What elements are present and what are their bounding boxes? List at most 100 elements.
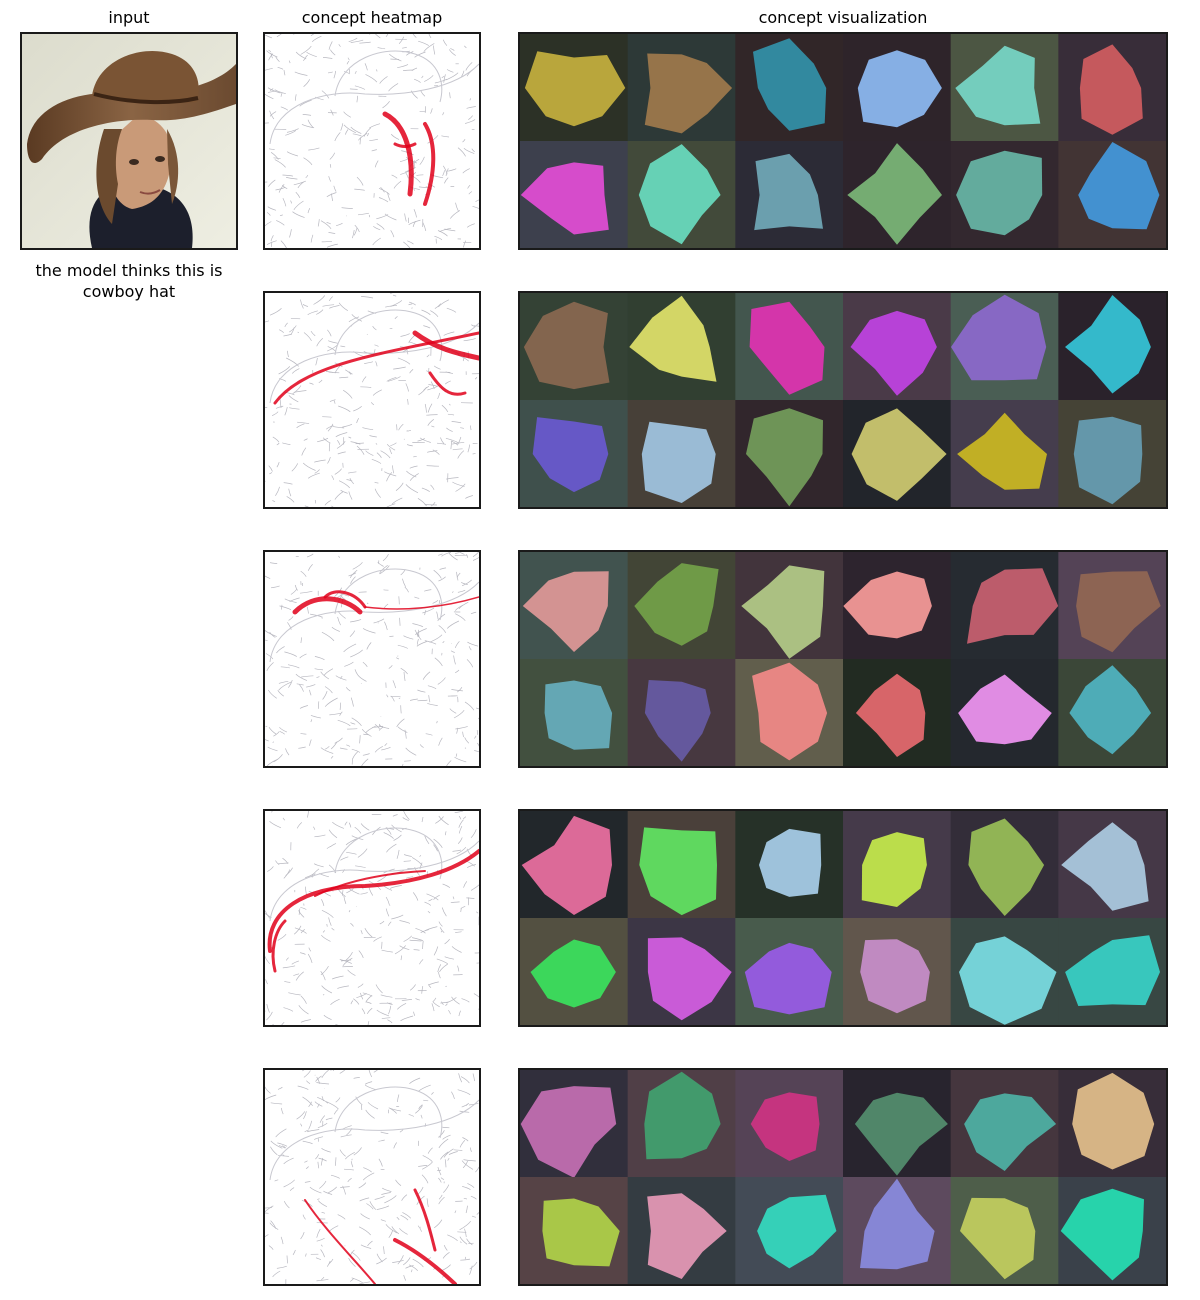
tile-dark-chapel	[950, 1070, 1059, 1177]
tile-wooden-chair	[843, 552, 952, 659]
edge-stroke	[280, 106, 289, 111]
edge-stroke	[461, 579, 472, 587]
edge-stroke	[340, 123, 344, 131]
edge-stroke	[407, 429, 412, 432]
edge-stroke	[386, 843, 397, 853]
edge-stroke	[385, 1224, 398, 1234]
edge-stroke	[350, 922, 354, 927]
edge-stroke	[448, 1009, 451, 1015]
edge-stroke	[374, 344, 379, 347]
edge-stroke	[420, 1114, 423, 1119]
edge-stroke	[362, 628, 376, 634]
edge-stroke	[292, 368, 300, 374]
edge-stroke	[455, 613, 466, 621]
tile-kid-blue-goggles	[1058, 400, 1166, 507]
edge-stroke	[337, 439, 341, 445]
edge-stroke	[336, 222, 343, 227]
tile-pink-cup	[520, 552, 629, 659]
edge-stroke	[445, 1003, 448, 1006]
edge-stroke	[271, 811, 273, 813]
tile-pink-arch	[735, 1070, 844, 1177]
edge-stroke	[348, 491, 353, 500]
edge-stroke	[345, 687, 351, 692]
edge-stroke	[278, 366, 291, 375]
tile-red-bag-text	[1058, 659, 1166, 766]
edge-stroke	[424, 926, 438, 932]
edge-stroke	[344, 129, 349, 135]
edge-stroke	[299, 684, 304, 692]
edge-stroke	[398, 36, 405, 44]
edge-stroke	[277, 933, 287, 941]
edge-stroke	[265, 575, 271, 579]
edge-stroke	[350, 619, 362, 623]
edge-stroke	[441, 907, 447, 917]
edge-stroke	[324, 697, 338, 707]
edge-stroke	[402, 1212, 412, 1219]
edge-stroke	[469, 1261, 478, 1270]
edge-stroke	[373, 618, 385, 624]
tile-dark-lights	[1058, 1177, 1166, 1284]
edge-stroke	[375, 984, 383, 994]
edge-stroke	[419, 744, 424, 748]
edge-stroke	[342, 423, 353, 428]
edge-stroke	[441, 75, 445, 79]
edge-stroke	[397, 357, 411, 365]
tile-orange-block	[735, 552, 844, 659]
edge-stroke	[403, 1275, 407, 1281]
edge-stroke	[438, 972, 441, 979]
edge-stroke	[380, 450, 391, 459]
edge-stroke	[265, 1207, 273, 1209]
edge-stroke	[282, 1154, 285, 1156]
edge-stroke	[460, 427, 465, 429]
edge-stroke	[462, 1186, 471, 1190]
edge-stroke	[360, 1213, 370, 1220]
edge-stroke	[365, 74, 378, 83]
edge-stroke	[403, 635, 414, 640]
edge-stroke	[283, 1157, 294, 1165]
edge-stroke	[268, 1245, 274, 1250]
edge-stroke	[448, 168, 457, 172]
edge-stroke	[302, 1214, 306, 1220]
edge-stroke	[385, 34, 389, 38]
edge-stroke	[463, 240, 467, 248]
edge-stroke	[309, 689, 312, 696]
edge-stroke	[402, 578, 406, 587]
edge-stroke	[424, 1123, 426, 1127]
edge-stroke	[400, 333, 410, 337]
edge-stroke	[365, 995, 373, 1003]
edge-stroke	[468, 115, 473, 120]
edge-stroke	[265, 407, 268, 408]
edge-stroke	[299, 705, 308, 709]
edge-stroke	[361, 376, 367, 383]
edge-stroke	[380, 1219, 386, 1222]
edge-stroke	[409, 369, 414, 374]
tile-blue-folder	[627, 659, 736, 766]
edge-stroke	[303, 1070, 311, 1078]
edge-stroke	[310, 714, 321, 719]
edge-stroke	[317, 219, 320, 227]
edge-stroke	[389, 885, 402, 889]
edge-stroke	[345, 369, 352, 375]
edge-stroke	[288, 616, 294, 621]
edge-stroke	[284, 980, 291, 983]
edge-stroke	[417, 1225, 422, 1232]
edge-stroke	[334, 468, 342, 475]
edge-stroke	[311, 35, 322, 42]
edge-stroke	[322, 930, 326, 933]
edge-stroke	[407, 240, 414, 245]
edge-stroke	[395, 38, 407, 41]
edge-stroke	[283, 333, 292, 337]
edge-stroke	[331, 475, 335, 480]
edge-stroke	[297, 331, 300, 334]
edge-stroke	[380, 187, 385, 193]
edge-stroke	[470, 1195, 477, 1200]
edge-stroke	[389, 904, 391, 907]
edge-stroke	[321, 934, 331, 942]
edge-stroke	[384, 1195, 397, 1204]
edge-stroke	[472, 557, 479, 561]
concept-visualization-4	[518, 809, 1168, 1027]
edge-stroke	[266, 1003, 270, 1013]
edge-stroke	[328, 829, 338, 839]
edge-stroke	[360, 823, 370, 831]
edge-stroke	[317, 437, 329, 443]
